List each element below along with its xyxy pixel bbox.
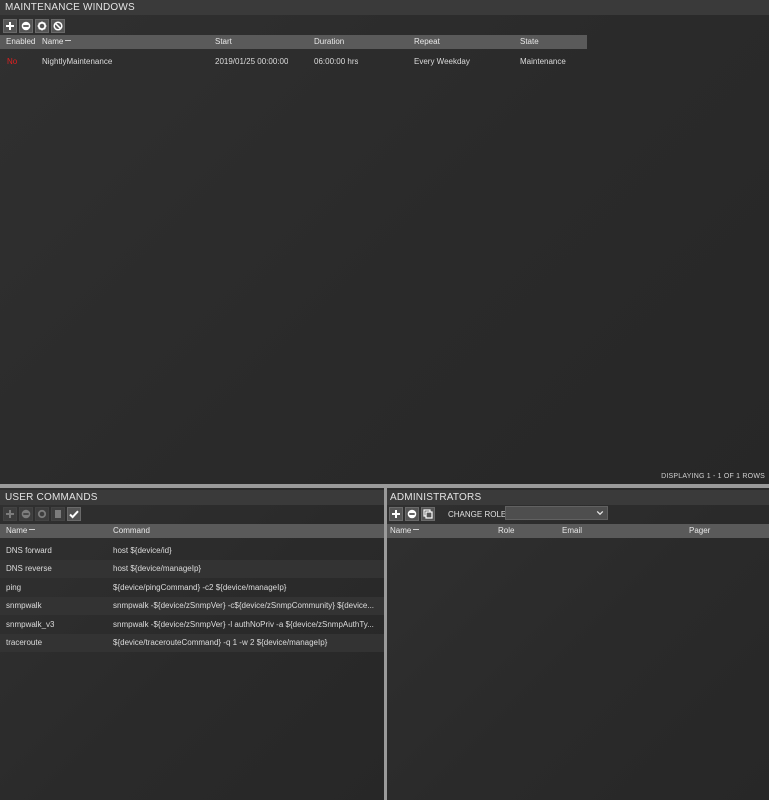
cell-name: traceroute [6,638,43,647]
chevron-down-icon [596,510,604,516]
add-command-button[interactable] [3,507,17,521]
table-row[interactable]: snmpwalk_v3 snmpwalk -${device/zSnmpVer}… [0,616,384,634]
save-command-button[interactable] [67,507,81,521]
col-name-label: Name [42,37,64,46]
col-name[interactable]: Name [6,524,36,538]
col-state[interactable]: State [520,35,539,49]
run-command-button[interactable] [51,507,65,521]
add-icon [392,510,400,518]
cell-command: ${device/pingCommand} -c2 ${device/manag… [113,583,287,592]
cell-command: host ${device/id} [113,546,172,555]
maintenance-grid-header: Enabled Name Start Duration Repeat State [0,35,587,49]
add-admin-button[interactable] [389,507,403,521]
gear-icon [37,21,47,31]
col-email[interactable]: Email [562,524,582,538]
user-commands-title: USER COMMANDS [0,490,384,505]
col-role[interactable]: Role [498,524,514,538]
remove-icon [21,21,31,31]
col-name-label: Name [6,526,28,535]
cell-start: 2019/01/25 00:00:00 [215,57,289,66]
col-command[interactable]: Command [113,524,150,538]
maintenance-windows-panel: MAINTENANCE WINDOWS Enabled Name Start D… [0,0,769,484]
administrators-grid-header: Name Role Email Pager [387,524,769,538]
administrators-title: ADMINISTRATORS [387,490,769,505]
cell-name: ping [6,583,22,592]
remove-maintenance-button[interactable] [19,19,33,33]
cell-name: snmpwalk_v3 [6,620,55,629]
sort-indicator-icon [413,529,420,531]
add-icon [6,510,14,518]
add-maintenance-button[interactable] [3,19,17,33]
maintenance-toolbar [3,18,65,34]
gear-icon [37,509,47,519]
remove-admin-button[interactable] [405,507,419,521]
col-duration[interactable]: Duration [314,35,344,49]
table-row[interactable]: DNS forward host ${device/id} [0,542,384,560]
table-row[interactable]: snmpwalk snmpwalk -${device/zSnmpVer} -c… [0,597,384,615]
col-repeat[interactable]: Repeat [414,35,440,49]
edit-command-button[interactable] [35,507,49,521]
check-icon [69,510,79,519]
change-role-select[interactable] [505,506,608,520]
block-icon [53,21,63,31]
col-pager[interactable]: Pager [689,524,710,538]
cell-command: snmpwalk -${device/zSnmpVer} -l authNoPr… [113,620,374,629]
cell-command: ${device/tracerouteCommand} -q 1 -w 2 ${… [113,638,328,647]
edit-maintenance-button[interactable] [35,19,49,33]
disable-maintenance-button[interactable] [51,19,65,33]
table-row[interactable]: No NightlyMaintenance 2019/01/25 00:00:0… [0,53,587,71]
cell-state: Maintenance [520,57,566,66]
table-row[interactable]: traceroute ${device/tracerouteCommand} -… [0,634,384,652]
remove-command-button[interactable] [19,507,33,521]
copy-admin-button[interactable] [421,507,435,521]
user-commands-toolbar [3,506,81,522]
col-enabled[interactable]: Enabled [6,35,35,49]
table-row[interactable]: DNS reverse host ${device/manageIp} [0,560,384,578]
maintenance-windows-title: MAINTENANCE WINDOWS [0,0,769,15]
col-name[interactable]: Name [42,35,72,49]
cell-repeat: Every Weekday [414,57,470,66]
administrators-panel: ADMINISTRATORS Name Role Email Pager [387,488,769,800]
cell-duration: 06:00:00 hrs [314,57,359,66]
cell-command: host ${device/manageIp} [113,564,202,573]
copy-icon [423,509,433,519]
remove-icon [21,509,31,519]
sort-indicator-icon [65,40,72,42]
table-row[interactable]: ping ${device/pingCommand} -c2 ${device/… [0,579,384,597]
document-icon [55,510,61,518]
user-commands-grid-header: Name Command [0,524,384,538]
cell-name: snmpwalk [6,601,42,610]
cell-command: snmpwalk -${device/zSnmpVer} -c${device/… [113,601,375,610]
cell-name: NightlyMaintenance [42,57,113,66]
cell-name: DNS forward [6,546,52,555]
col-start[interactable]: Start [215,35,232,49]
change-role-label: CHANGE ROLE: [448,510,509,519]
cell-name: DNS reverse [6,564,52,573]
col-name[interactable]: Name [390,524,420,538]
add-icon [6,22,14,30]
col-name-label: Name [390,526,412,535]
paging-status: DISPLAYING 1 - 1 OF 1 ROWS [661,473,765,480]
administrators-toolbar [389,506,435,522]
cell-enabled: No [7,57,18,66]
sort-indicator-icon [29,529,36,531]
user-commands-panel: USER COMMANDS Name Command DNS forward h… [0,488,384,800]
remove-icon [407,509,417,519]
